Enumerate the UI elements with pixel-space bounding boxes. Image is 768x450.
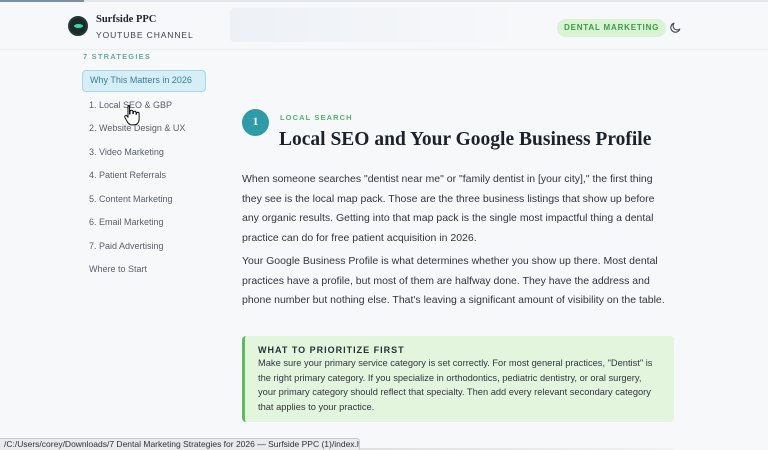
sidebar-item-local-seo[interactable]: 1. Local SEO & GBP bbox=[82, 94, 210, 118]
header-search-area bbox=[230, 8, 530, 42]
site-header: Surfside PPC YOUTUBE CHANNEL DENTAL MARK… bbox=[0, 2, 768, 50]
sidebar-item-content-marketing[interactable]: 5. Content Marketing bbox=[82, 188, 210, 212]
moon-icon[interactable] bbox=[669, 22, 681, 34]
section-eyebrow: LOCAL SEARCH bbox=[280, 113, 353, 122]
hand-pointer-cursor-icon bbox=[124, 105, 140, 126]
sidebar-item-video-marketing[interactable]: 3. Video Marketing bbox=[82, 141, 210, 165]
sidebar-item-website-design[interactable]: 2. Website Design & UX bbox=[82, 117, 210, 141]
sidebar-item-why-this-matters[interactable]: Why This Matters in 2026 bbox=[82, 70, 206, 92]
section-number-badge: 1 bbox=[242, 109, 269, 136]
sidebar-item-paid-advertising[interactable]: 7. Paid Advertising bbox=[82, 235, 210, 259]
brand-name: Surfside PPC bbox=[96, 14, 157, 25]
logo-icon[interactable] bbox=[68, 16, 88, 36]
section-title: Local SEO and Your Google Business Profi… bbox=[279, 129, 652, 150]
category-badge: DENTAL MARKETING bbox=[557, 19, 667, 37]
brand-subtitle: YOUTUBE CHANNEL bbox=[96, 30, 194, 40]
sidebar-item-where-to-start[interactable]: Where to Start bbox=[82, 258, 210, 282]
strategy-sidebar: 7 STRATEGIES Why This Matters in 2026 1.… bbox=[82, 52, 210, 282]
sidebar-item-email-marketing[interactable]: 6. Email Marketing bbox=[82, 211, 210, 235]
brand[interactable]: Surfside PPC YOUTUBE CHANNEL bbox=[96, 14, 194, 40]
paragraph-gbp: Your Google Business Profile is what det… bbox=[242, 255, 665, 306]
callout-title: WHAT TO PRIORITIZE FIRST bbox=[258, 345, 405, 355]
sidebar-title: 7 STRATEGIES bbox=[83, 52, 152, 61]
status-bar-url: /C:/Users/corey/Downloads/7 Dental Marke… bbox=[0, 438, 360, 450]
paragraph-intro: When someone searches "dentist near me" … bbox=[242, 173, 655, 244]
sidebar-item-patient-referrals[interactable]: 4. Patient Referrals bbox=[82, 164, 210, 188]
priority-callout: WHAT TO PRIORITIZE FIRST Make sure your … bbox=[242, 336, 674, 422]
callout-body: Make sure your primary service category … bbox=[258, 358, 653, 412]
